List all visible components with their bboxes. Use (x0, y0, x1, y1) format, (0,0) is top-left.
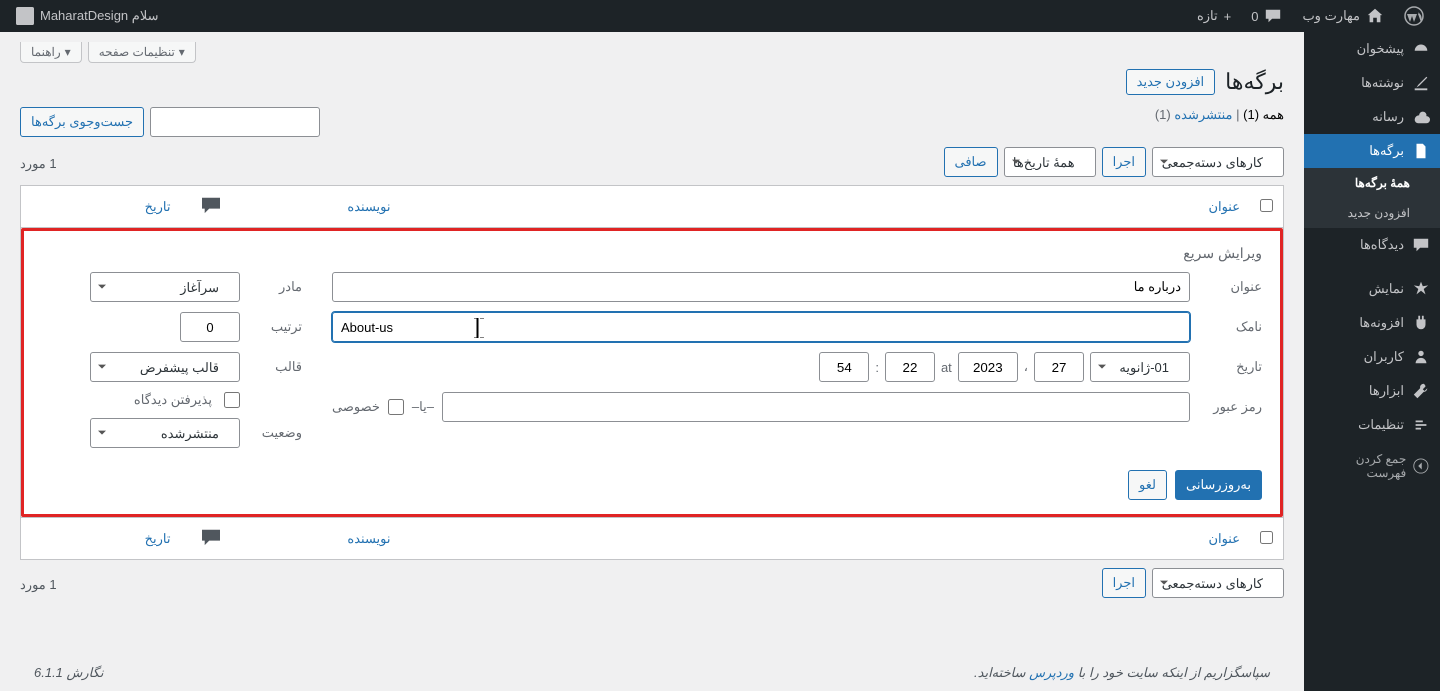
parent-select[interactable]: سرآغاز (90, 272, 240, 302)
admin-menu: پیشخوان نوشته‌ها رسانه برگه‌ها همهٔ برگه… (1304, 32, 1440, 691)
template-select[interactable]: قالب پیشفرض (90, 352, 240, 382)
status-filters: همه (1) | منتشرشده (1) (1155, 107, 1284, 123)
status-label: وضعیت (252, 425, 302, 441)
hour-input[interactable] (885, 352, 935, 382)
col-date[interactable]: تاریخ (21, 186, 181, 228)
col-comments-footer[interactable] (181, 518, 241, 560)
allow-comments-checkbox[interactable] (224, 392, 240, 408)
comments-link[interactable]: 0 (1243, 0, 1290, 32)
new-label: تازه (1197, 8, 1218, 24)
minute-input[interactable] (819, 352, 869, 382)
menu-appearance[interactable]: نمایش (1304, 272, 1440, 306)
menu-plugins[interactable]: افزونه‌ها (1304, 306, 1440, 340)
select-all-checkbox[interactable] (1260, 199, 1273, 212)
template-label: قالب (252, 359, 302, 375)
screen-options-tab[interactable]: تنظیمات صفحه ▾ (88, 42, 196, 63)
col-date-footer[interactable]: تاریخ (21, 518, 181, 560)
slug-label: نامک (1202, 319, 1262, 335)
bulk-actions-select[interactable]: کارهای دسته‌جمعی (1152, 147, 1284, 177)
new-content-link[interactable]: + تازه (1189, 0, 1239, 32)
month-select[interactable]: 01-ژانویه (1090, 352, 1190, 382)
password-input[interactable] (442, 392, 1190, 422)
order-label: ترتیب (252, 319, 302, 335)
filter-published[interactable]: منتشرشده (1) (1155, 107, 1233, 122)
menu-tools[interactable]: ابزارها (1304, 374, 1440, 408)
pages-table: عنوان نویسنده تاریخ ویرایش سریع (20, 185, 1284, 560)
version-text: نگارش 6.1.1 (34, 665, 103, 681)
quick-edit-heading: ویرایش سریع (42, 245, 1262, 262)
slug-input[interactable] (332, 312, 1190, 342)
parent-label: مادر (252, 279, 302, 295)
menu-media[interactable]: رسانه (1304, 100, 1440, 134)
chevron-down-icon: ▾ (65, 45, 71, 59)
wp-logo-menu[interactable] (1396, 0, 1432, 32)
day-input[interactable] (1034, 352, 1084, 382)
comment-icon (200, 196, 222, 214)
date-filter-select[interactable]: همهٔ تاریخ‌ها (1004, 147, 1096, 177)
allow-comments-label: پذیرفتن دیدگاه (134, 392, 212, 408)
date-label: تاریخ (1202, 359, 1262, 375)
title-label: عنوان (1202, 279, 1262, 295)
add-new-button[interactable]: افزودن جدید (1126, 69, 1216, 95)
avatar-icon (16, 7, 34, 25)
col-comments[interactable] (181, 186, 241, 228)
cancel-button[interactable]: لغو (1128, 470, 1167, 500)
title-input[interactable] (332, 272, 1190, 302)
menu-settings[interactable]: تنظیمات (1304, 408, 1440, 442)
private-label: خصوصی (332, 399, 380, 415)
site-name-link[interactable]: مهارت وب (1294, 0, 1392, 32)
howdy-link[interactable]: سلام MaharatDesign (8, 0, 166, 32)
apply-bulk-button-bottom[interactable]: اجرا (1102, 568, 1146, 598)
item-count-bottom: 1 مورد (20, 577, 57, 593)
chevron-down-icon: ▾ (179, 45, 185, 59)
order-input[interactable] (180, 312, 240, 342)
menu-pages[interactable]: برگه‌ها (1304, 134, 1440, 168)
search-button[interactable]: جست‌وجوی برگه‌ها (20, 107, 144, 137)
year-input[interactable] (958, 352, 1018, 382)
col-title-footer[interactable]: عنوان (401, 518, 1251, 560)
pages-submenu: همهٔ برگه‌ها افزودن جدید (1304, 168, 1440, 228)
main-content: راهنما ▾ تنظیمات صفحه ▾ برگه‌ها افزودن ج… (0, 32, 1304, 691)
col-title[interactable]: عنوان (401, 186, 1251, 228)
page-title: برگه‌ها (1225, 69, 1284, 95)
update-button[interactable]: به‌روزرسانی (1175, 470, 1262, 500)
menu-dashboard[interactable]: پیشخوان (1304, 32, 1440, 66)
collapse-menu[interactable]: جمع کردن فهرست (1304, 442, 1440, 490)
submenu-all-pages[interactable]: همهٔ برگه‌ها (1304, 168, 1440, 198)
submenu-add-new[interactable]: افزودن جدید (1304, 198, 1440, 228)
filter-button[interactable]: صافی (944, 147, 998, 177)
quick-edit-panel: ویرایش سریع عنوان نامک (21, 228, 1283, 517)
private-checkbox[interactable] (388, 399, 404, 415)
status-select[interactable]: منتشرشده (90, 418, 240, 448)
bulk-actions-select-bottom[interactable]: کارهای دسته‌جمعی (1152, 568, 1284, 598)
apply-bulk-button[interactable]: اجرا (1102, 147, 1146, 177)
help-tab[interactable]: راهنما ▾ (20, 42, 82, 63)
comment-icon (200, 528, 222, 546)
admin-bar: مهارت وب 0 + تازه سلام MaharatDesign (0, 0, 1440, 32)
filter-all[interactable]: همه (1) (1243, 107, 1284, 122)
col-author[interactable]: نویسنده (241, 186, 401, 228)
password-label: رمز عبور (1202, 399, 1262, 415)
select-all-checkbox-footer[interactable] (1260, 531, 1273, 544)
menu-comments[interactable]: دیدگاه‌ها (1304, 228, 1440, 262)
howdy-text: سلام MaharatDesign (40, 8, 158, 24)
comments-count: 0 (1251, 9, 1258, 24)
wordpress-link[interactable]: وردپرس (1029, 665, 1074, 680)
text-cursor-icon (472, 318, 486, 338)
admin-footer: سپاسگزاریم از اینکه سایت خود را با وردپر… (14, 655, 1290, 691)
menu-posts[interactable]: نوشته‌ها (1304, 66, 1440, 100)
menu-users[interactable]: کاربران (1304, 340, 1440, 374)
search-input[interactable] (150, 107, 320, 137)
plus-icon: + (1224, 9, 1232, 24)
col-author-footer[interactable]: نویسنده (241, 518, 401, 560)
item-count-top: 1 مورد (20, 156, 57, 172)
site-name: مهارت وب (1302, 8, 1360, 24)
